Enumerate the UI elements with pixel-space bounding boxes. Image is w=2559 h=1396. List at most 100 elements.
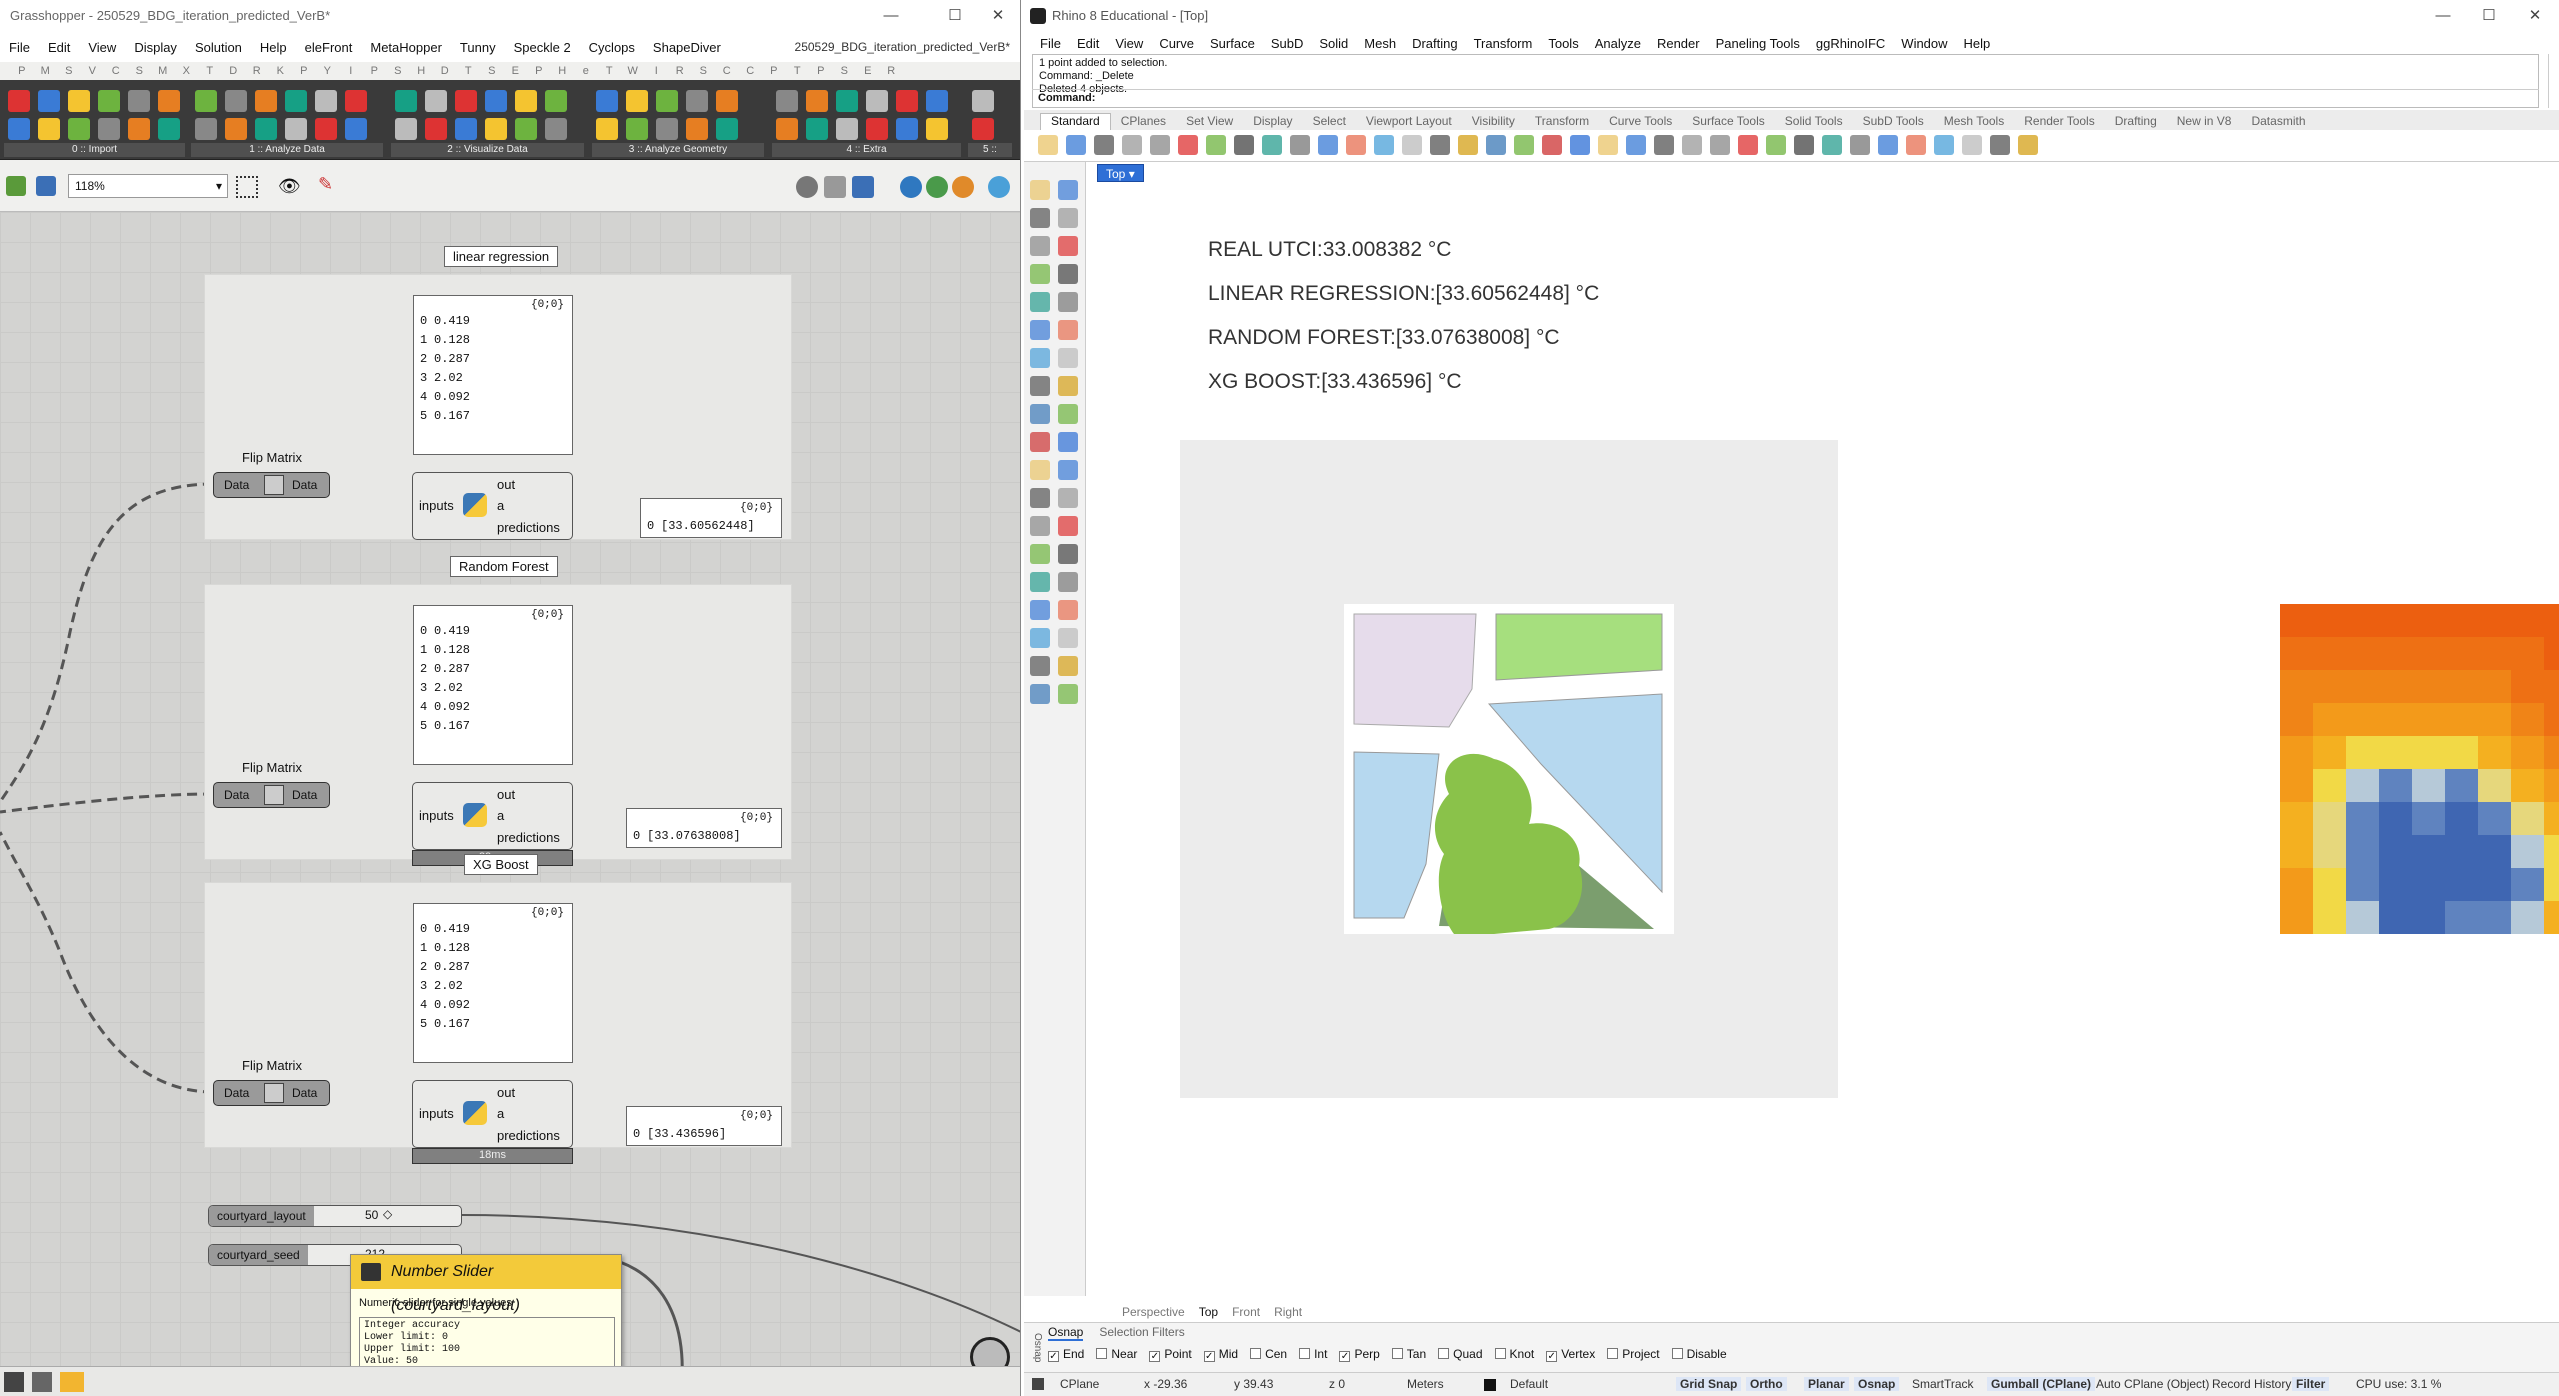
standard-tool-icon[interactable] <box>1374 135 1394 155</box>
zoom-extents-icon[interactable] <box>236 176 258 198</box>
osnap-checkbox[interactable]: Tan <box>1391 1347 1426 1362</box>
gh-menu-item[interactable]: Cyclops <box>580 40 644 55</box>
ribbon-tool-icon[interactable] <box>128 118 150 140</box>
toolbar-tab[interactable]: Standard <box>1040 113 1111 130</box>
ribbon-tool-icon[interactable] <box>896 118 918 140</box>
status-toggle[interactable]: Gumball (CPlane) <box>1987 1377 2096 1391</box>
gh-category-tab[interactable]: C <box>104 65 128 77</box>
standard-tool-icon[interactable] <box>1514 135 1534 155</box>
ribbon-tool-icon[interactable] <box>716 90 738 112</box>
rhino-menu-item[interactable]: Help <box>1956 36 1999 51</box>
standard-tool-icon[interactable] <box>2018 135 2038 155</box>
osnap-checkbox[interactable]: ✓ Vertex <box>1546 1347 1595 1362</box>
render-icon[interactable] <box>952 176 974 198</box>
gh-category-tab[interactable]: M <box>34 65 58 77</box>
osnap-checkbox[interactable]: Disable <box>1671 1347 1727 1362</box>
ribbon-tool-icon[interactable] <box>225 118 247 140</box>
side-tool-icon[interactable] <box>1058 460 1078 480</box>
status-toggle[interactable]: Auto CPlane (Object) <box>2096 1377 2209 1391</box>
ribbon-tool-icon[interactable] <box>626 90 648 112</box>
ribbon-tool-icon[interactable] <box>98 90 120 112</box>
gh-category-tab[interactable]: S <box>386 65 410 77</box>
ribbon-tool-icon[interactable] <box>686 90 708 112</box>
standard-tool-icon[interactable] <box>1654 135 1674 155</box>
side-tool-icon[interactable] <box>1030 264 1050 284</box>
rhino-menu-item[interactable]: Paneling Tools <box>1708 36 1808 51</box>
toolbar-tab[interactable]: New in V8 <box>2167 114 2242 130</box>
ribbon-tool-icon[interactable] <box>972 90 994 112</box>
gh-category-tab[interactable]: Y <box>316 65 340 77</box>
standard-tool-icon[interactable] <box>1710 135 1730 155</box>
input-panel[interactable]: {0;0} 0 0.419 1 0.128 2 0.287 3 2.02 4 0.092 5 0.167 <box>413 295 573 455</box>
side-tool-icon[interactable] <box>1058 292 1078 312</box>
rhino-menu-item[interactable]: SubD <box>1263 36 1312 51</box>
zoom-select[interactable]: 118% ▾ <box>68 174 228 198</box>
checkbox-icon[interactable] <box>1299 1348 1311 1359</box>
standard-tool-icon[interactable] <box>1262 135 1282 155</box>
toolbar-tab[interactable]: Set View <box>1176 114 1243 130</box>
input-panel[interactable]: {0;0} 0 0.419 1 0.128 2 0.287 3 2.02 4 0.092 5 0.167 <box>413 605 573 765</box>
ribbon-tool-icon[interactable] <box>425 118 447 140</box>
ribbon-tool-icon[interactable] <box>836 118 858 140</box>
ribbon-tool-icon[interactable] <box>98 118 120 140</box>
standard-tool-icon[interactable] <box>1066 135 1086 155</box>
rhino-menu-item[interactable]: Tools <box>1540 36 1586 51</box>
status-toggle[interactable]: Planar <box>1804 1377 1849 1391</box>
gh-menu-item[interactable]: Display <box>125 40 186 55</box>
ribbon-tool-icon[interactable] <box>225 90 247 112</box>
status-toggle[interactable]: Filter <box>2292 1377 2330 1391</box>
ribbon-tool-icon[interactable] <box>395 118 417 140</box>
python-script-component[interactable]: inputs out a predictions <box>412 472 573 540</box>
toolbar-tab[interactable]: Display <box>1243 114 1302 130</box>
side-tool-icon[interactable] <box>1030 600 1050 620</box>
gh-category-tab[interactable]: S <box>128 65 152 77</box>
side-tool-icon[interactable] <box>1058 264 1078 284</box>
standard-tool-icon[interactable] <box>1598 135 1618 155</box>
ribbon-tool-icon[interactable] <box>485 90 507 112</box>
ribbon-tool-icon[interactable] <box>455 118 477 140</box>
ribbon-tool-icon[interactable] <box>776 90 798 112</box>
ribbon-tool-icon[interactable] <box>425 90 447 112</box>
viewport-tab[interactable]: Top <box>1192 1305 1225 1319</box>
shaded-icon[interactable] <box>852 176 874 198</box>
courtyard-layout-slider[interactable]: courtyard_layout 50 ◇ <box>208 1205 462 1227</box>
toolbar-tab[interactable]: Visibility <box>1462 114 1525 130</box>
gh-category-tab[interactable]: S <box>692 65 716 77</box>
standard-tool-icon[interactable] <box>1850 135 1870 155</box>
ribbon-tool-icon[interactable] <box>926 90 948 112</box>
gh-category-tab[interactable]: R <box>668 65 692 77</box>
flip-matrix-component[interactable]: Data Data <box>213 1080 330 1106</box>
ribbon-tool-icon[interactable] <box>656 90 678 112</box>
ribbon-tool-icon[interactable] <box>545 90 567 112</box>
ribbon-tool-icon[interactable] <box>315 118 337 140</box>
rhino-menu-item[interactable]: Transform <box>1466 36 1541 51</box>
standard-tool-icon[interactable] <box>1934 135 1954 155</box>
rhino-menu-item[interactable]: Window <box>1893 36 1955 51</box>
gh-category-tab[interactable]: S <box>480 65 504 77</box>
ribbon-tool-icon[interactable] <box>656 118 678 140</box>
osnap-tab[interactable]: Selection Filters <box>1099 1325 1184 1341</box>
gh-category-tab[interactable]: S <box>57 65 81 77</box>
toolbar-tab[interactable]: Render Tools <box>2014 114 2105 130</box>
ribbon-tool-icon[interactable] <box>8 90 30 112</box>
side-tool-icon[interactable] <box>1030 460 1050 480</box>
side-tool-icon[interactable] <box>1058 684 1078 704</box>
rhino-menu-item[interactable]: View <box>1107 36 1151 51</box>
checkbox-icon[interactable]: ✓ <box>1339 1351 1351 1362</box>
ribbon-tool-icon[interactable] <box>68 118 90 140</box>
gh-menu-item[interactable]: Speckle 2 <box>505 40 580 55</box>
rhino-close-button[interactable]: ✕ <box>2512 0 2558 32</box>
ribbon-tool-icon[interactable] <box>485 118 507 140</box>
side-tool-icon[interactable] <box>1058 180 1078 200</box>
side-tool-icon[interactable] <box>1030 180 1050 200</box>
standard-tool-icon[interactable] <box>1150 135 1170 155</box>
toolbar-tab[interactable]: Transform <box>1525 114 1599 130</box>
ribbon-tool-icon[interactable] <box>596 90 618 112</box>
side-tool-icon[interactable] <box>1030 376 1050 396</box>
rhino-minimize-button[interactable]: — <box>2420 0 2466 32</box>
gh-category-tab[interactable]: I <box>339 65 363 77</box>
ribbon-tool-icon[interactable] <box>896 90 918 112</box>
standard-tool-icon[interactable] <box>1178 135 1198 155</box>
toolbar-tab[interactable]: Drafting <box>2105 114 2167 130</box>
ribbon-tool-icon[interactable] <box>596 118 618 140</box>
